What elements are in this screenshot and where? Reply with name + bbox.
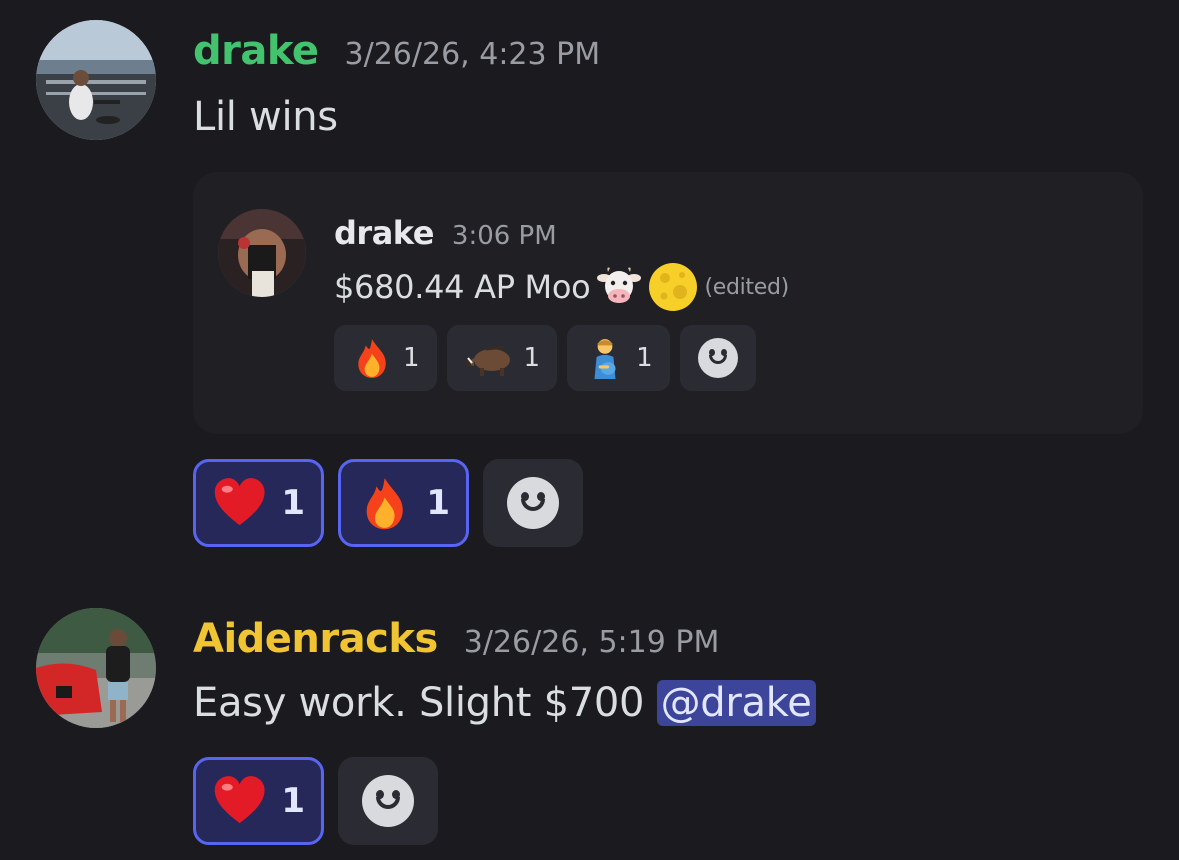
avatar-photo-icon — [218, 209, 306, 297]
message-timestamp: 3/26/26, 4:23 PM — [344, 37, 601, 72]
reaction-red-heart[interactable]: 1 — [193, 757, 324, 845]
forwarded-text-row: $680.44 AP Moo (edited) — [334, 262, 789, 312]
message-reactions: 1 1 — [193, 459, 583, 547]
forwarded-reactions: 1 1 1 — [334, 325, 756, 391]
add-reaction-button[interactable] — [483, 459, 583, 547]
reaction-count: 1 — [426, 483, 450, 523]
reaction-boar[interactable]: 1 — [446, 325, 558, 391]
reaction-pregnant-man[interactable]: 1 — [567, 325, 670, 391]
user-mention[interactable]: @drake — [656, 680, 816, 726]
smile-face-icon — [697, 338, 738, 378]
add-reaction-button[interactable] — [679, 325, 756, 391]
fire-emoji — [357, 474, 412, 532]
reaction-fire[interactable]: 1 — [334, 325, 437, 391]
username-drake-forwarded[interactable]: drake — [334, 214, 434, 252]
cow-face-emoji — [596, 264, 642, 310]
message-drake: drake 3/26/26, 4:23 PM Lil wins drake 3:… — [0, 0, 1179, 560]
forwarded-text: $680.44 AP Moo — [334, 268, 591, 306]
avatar-aidenracks[interactable] — [36, 608, 156, 728]
avatar-photo-icon — [36, 20, 156, 140]
reaction-count: 1 — [281, 483, 305, 523]
avatar-photo-icon — [36, 608, 156, 728]
forwarded-message-card[interactable]: drake 3:06 PM $680.44 AP Moo (edited) 1 … — [193, 172, 1143, 434]
username-drake[interactable]: drake — [193, 28, 319, 74]
reaction-fire[interactable]: 1 — [338, 459, 469, 547]
message-aidenracks: Aidenracks 3/26/26, 5:19 PM Easy work. S… — [0, 600, 1179, 860]
username-aidenracks[interactable]: Aidenracks — [193, 616, 438, 662]
avatar-drake-forwarded[interactable] — [218, 209, 306, 297]
reaction-red-heart[interactable]: 1 — [193, 459, 324, 547]
message-text: Lil wins — [193, 94, 338, 140]
reaction-count: 1 — [636, 343, 653, 373]
message-text-row: Easy work. Slight $700 @drake — [193, 680, 816, 726]
reaction-count: 1 — [403, 343, 420, 373]
reaction-count: 1 — [523, 343, 541, 373]
reaction-count: 1 — [281, 781, 305, 821]
boar-emoji — [464, 337, 514, 379]
add-reaction-button[interactable] — [338, 757, 438, 845]
forwarded-timestamp: 3:06 PM — [451, 221, 557, 251]
full-moon-emoji — [648, 262, 698, 312]
red-heart-emoji — [212, 772, 267, 830]
avatar-drake[interactable] — [36, 20, 156, 140]
message-text: Easy work. Slight $700 — [193, 680, 657, 726]
smile-face-icon — [507, 477, 559, 529]
message-timestamp: 3/26/26, 5:19 PM — [463, 625, 720, 660]
smile-face-icon — [362, 775, 414, 827]
fire-emoji — [351, 337, 393, 379]
message-reactions: 1 — [193, 757, 438, 845]
pregnant-man-emoji — [584, 337, 626, 379]
edited-label: (edited) — [704, 274, 789, 300]
red-heart-emoji — [212, 474, 267, 532]
